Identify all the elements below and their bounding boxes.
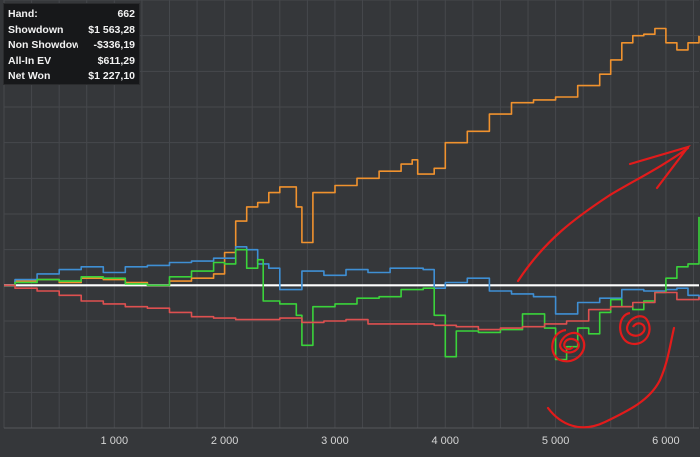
x-tick-label: 5 000 (542, 435, 570, 447)
series-line-4 (4, 284, 700, 331)
stat-value: -$336,19 (93, 39, 135, 51)
x-axis: 1 000 2 000 3 000 4 000 5 000 6 000 (101, 435, 680, 447)
stat-row-net-won: Net Won $1 227,10 (8, 69, 135, 85)
hand-drawn-circle (619, 311, 651, 346)
stat-value: $1 563,28 (88, 23, 135, 36)
stat-row-non-showdown: Non Showdown -$336,19 (8, 38, 135, 54)
stat-label: Net Won (8, 70, 51, 82)
stat-row-all-in-ev: All-In EV $611,29 (8, 54, 135, 70)
x-tick-label: 4 000 (432, 435, 460, 447)
red-annotations (516, 145, 691, 429)
x-tick-label: 1 000 (101, 435, 129, 447)
x-tick-label: 3 000 (321, 435, 349, 447)
stat-label: Hand: (8, 8, 38, 20)
stat-value: $1 227,10 (88, 70, 135, 82)
x-tick-label: 6 000 (652, 435, 680, 447)
stat-value: 662 (117, 8, 135, 20)
stat-row-showdown: Showdown $1 563,28 (8, 23, 135, 39)
stat-label: Non Showdown (8, 39, 78, 51)
stat-row-hands: Hand: 662 (8, 7, 135, 23)
x-tick-label: 2 000 (211, 435, 239, 447)
stat-label: All-In EV (8, 54, 52, 67)
stat-value: $611,29 (97, 54, 135, 67)
stats-panel: Hand: 662 Showdown $1 563,28 Non Showdow… (3, 3, 140, 85)
series-line-3 (4, 216, 700, 361)
stat-label: Showdown (8, 23, 64, 36)
